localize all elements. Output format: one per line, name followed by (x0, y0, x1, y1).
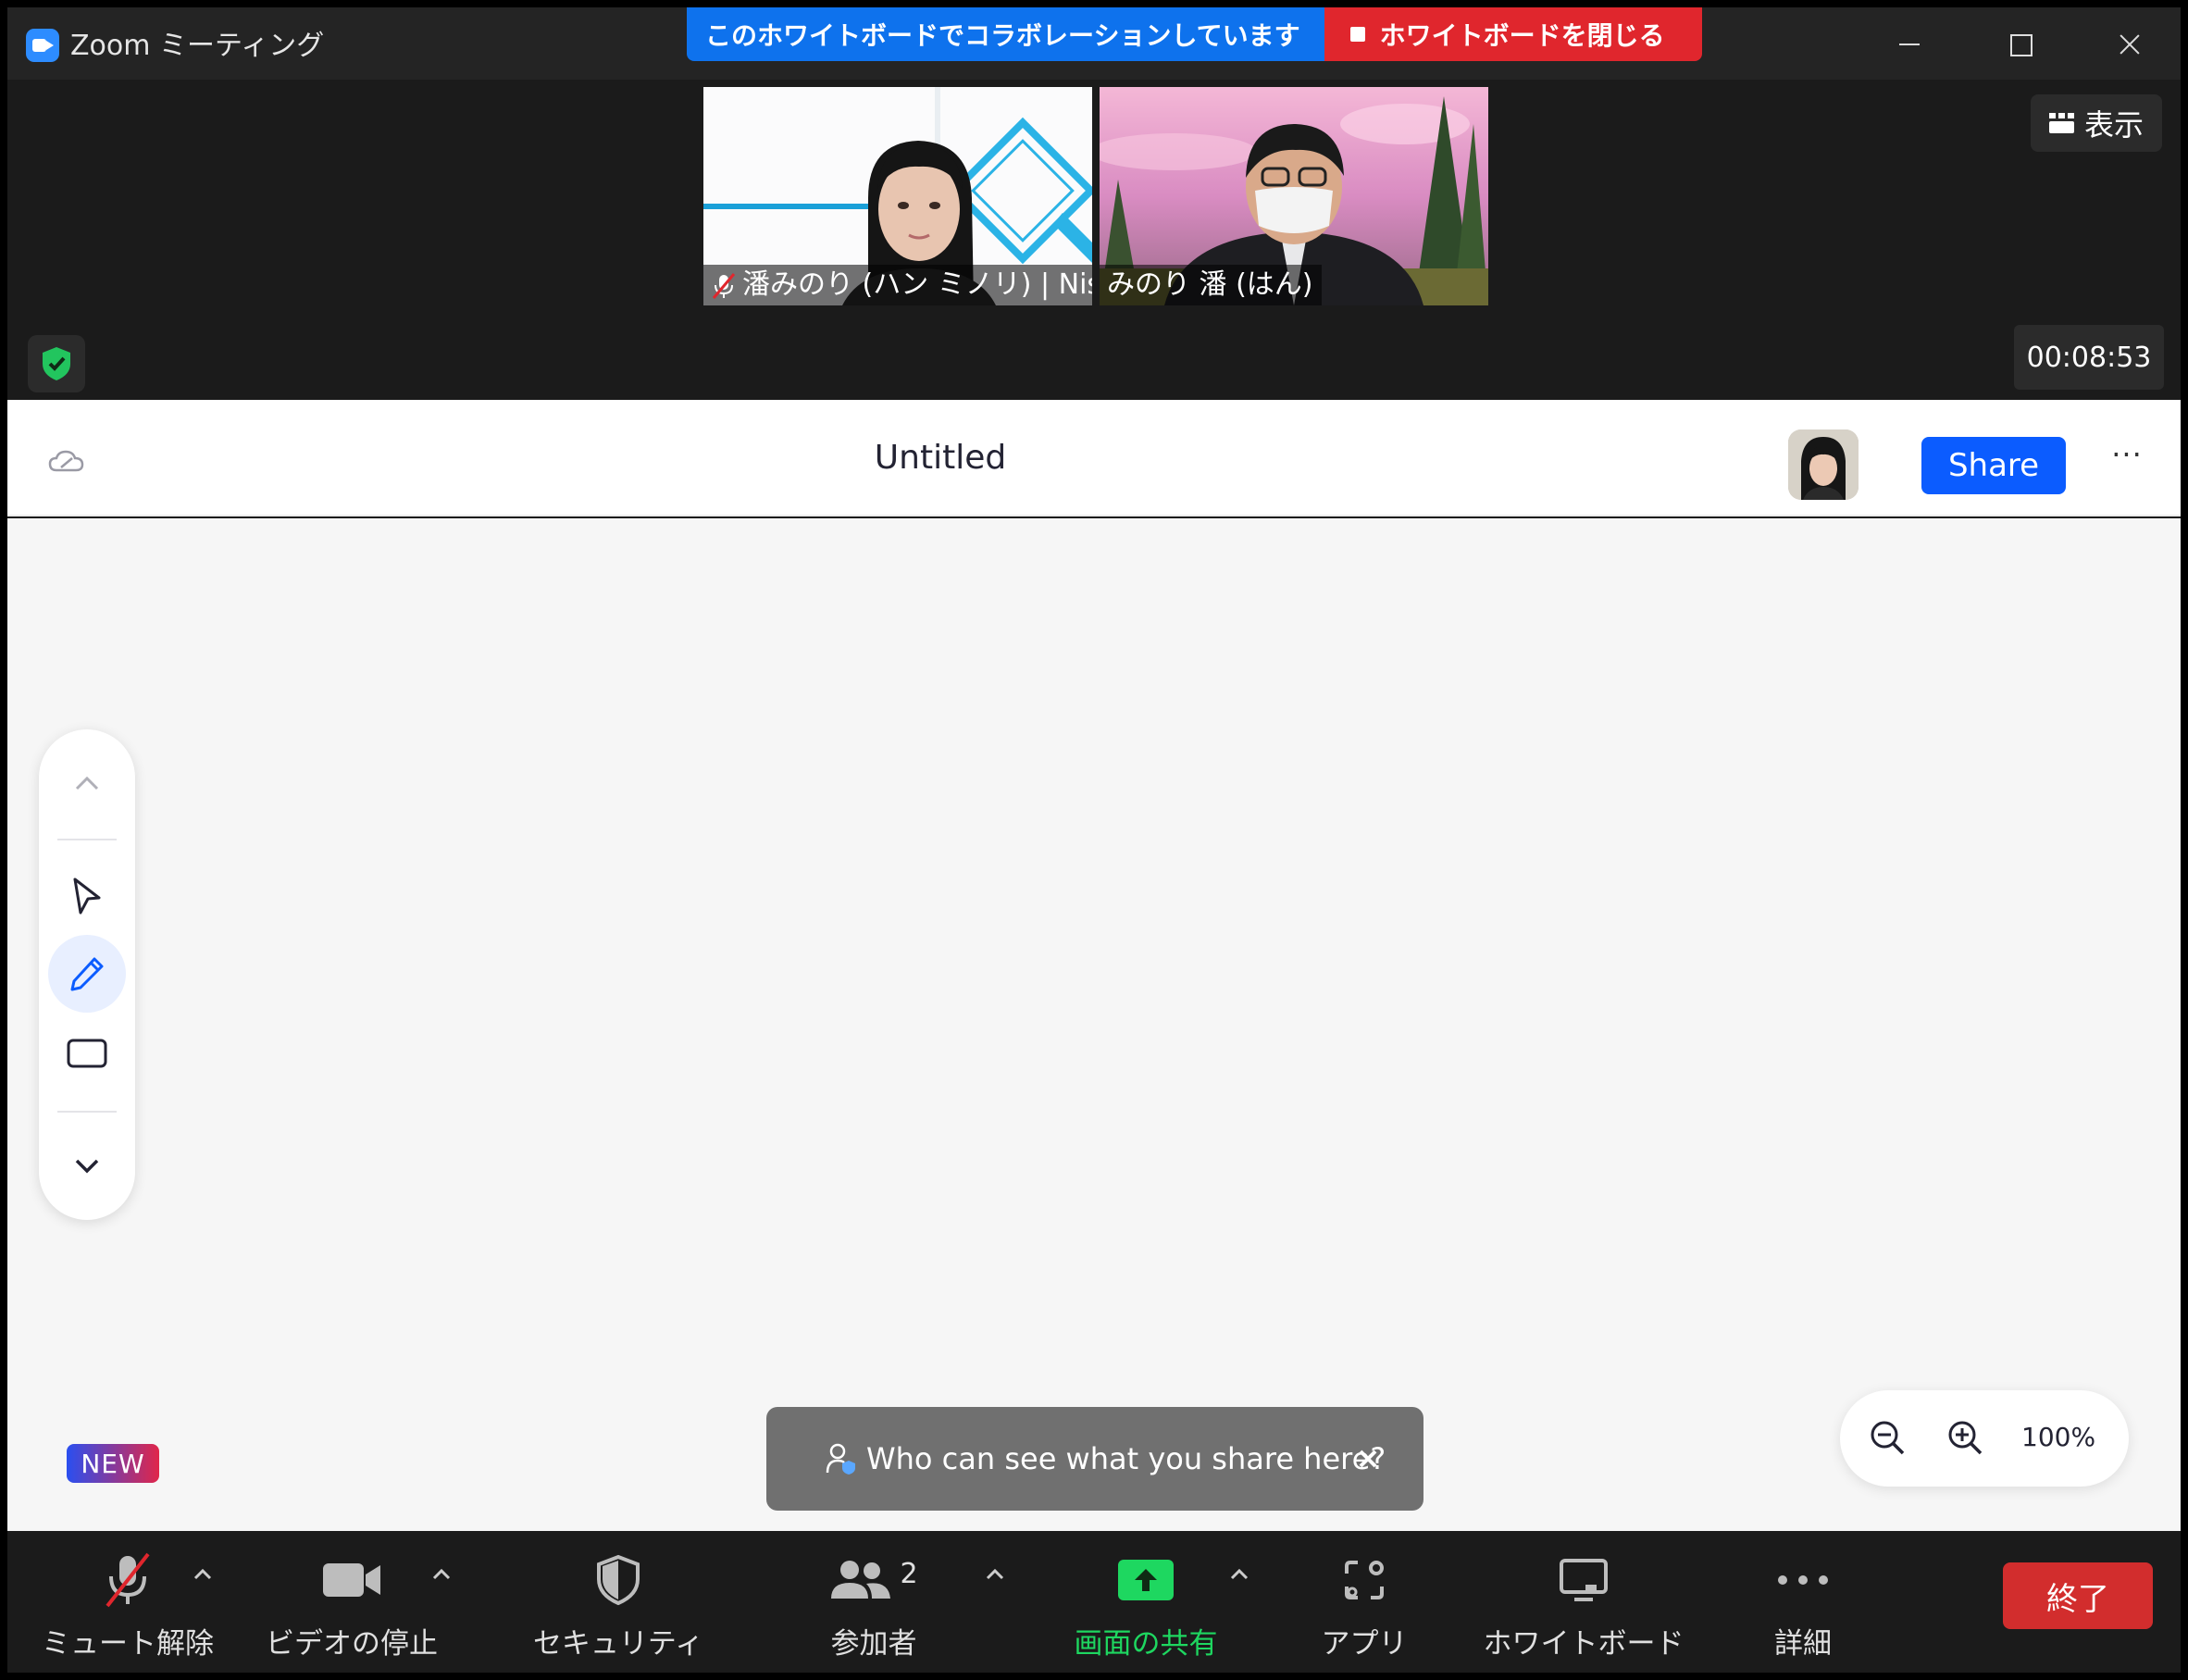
select-tool-button[interactable] (48, 857, 126, 935)
zoom-controls: 100% (1840, 1390, 2129, 1487)
participants-button[interactable]: 2 参加者 (800, 1544, 948, 1664)
whiteboard-header: Untitled Share ··· (7, 400, 2181, 516)
meeting-controls-bar: ミュート解除 ビデオの停止 セキュリティ 2 参加者 画面の共有 アプリ ホワイ… (7, 1533, 2181, 1673)
encryption-shield-button[interactable] (28, 335, 85, 392)
audio-options-caret-icon[interactable] (189, 1561, 217, 1588)
unmute-label: ミュート解除 (42, 1627, 214, 1661)
toolbar-scroll-down-button[interactable] (48, 1127, 126, 1205)
stop-video-button[interactable]: ビデオの停止 (259, 1544, 444, 1664)
avatar-image (1788, 429, 1859, 500)
close-whiteboard-button[interactable]: ホワイトボードを閉じる (1324, 7, 1702, 61)
title-bar: Zoom ミーティング このホワイトボードでコラボレーションしています ホワイト… (7, 7, 2181, 80)
zoom-level[interactable]: 100% (2021, 1422, 2095, 1452)
cursor-arrow-icon (73, 877, 101, 915)
more-options-button[interactable]: ··· (2108, 440, 2145, 478)
rectangle-icon (67, 1039, 107, 1068)
video-camera-icon (323, 1563, 380, 1597)
chevron-down-icon (75, 1159, 99, 1174)
new-feature-badge[interactable]: NEW (67, 1444, 159, 1483)
share-screen-button[interactable]: 画面の共有 (1063, 1544, 1229, 1664)
view-label: 表示 (2083, 107, 2144, 143)
grid-view-icon (2048, 113, 2074, 133)
meeting-timer: 00:08:53 (2014, 325, 2164, 390)
mic-muted-icon (712, 272, 736, 299)
toolbar-scroll-up-button[interactable] (48, 744, 126, 822)
maximize-button[interactable] (2001, 26, 2038, 63)
toast-message: Who can see what you share here? (866, 1441, 1386, 1476)
participant-2-name-label: みのり 潘 (はん) (1100, 265, 1323, 305)
close-icon[interactable] (1351, 1442, 1385, 1475)
chevron-up-icon (75, 776, 99, 790)
security-button[interactable]: セキュリティ (532, 1544, 704, 1664)
zoom-in-icon[interactable] (1946, 1418, 1984, 1457)
video-options-caret-icon[interactable] (428, 1561, 455, 1588)
more-label: 詳細 (1774, 1627, 1832, 1661)
unmute-button[interactable]: ミュート解除 (42, 1544, 214, 1664)
whiteboard-icon (1560, 1559, 1608, 1601)
minimize-button[interactable] (1890, 26, 1927, 63)
apps-icon (1345, 1561, 1384, 1599)
toolbar-divider (57, 1111, 117, 1113)
end-meeting-button[interactable]: 終了 (2003, 1562, 2153, 1629)
share-screen-label: 画面の共有 (1074, 1627, 1218, 1661)
security-label: セキュリティ (532, 1627, 704, 1661)
apps-button[interactable]: アプリ (1299, 1544, 1429, 1664)
view-button[interactable]: 表示 (2031, 94, 2162, 152)
mic-muted-icon (106, 1552, 150, 1608)
whiteboard-title[interactable]: Untitled (15, 439, 1866, 477)
whiteboard-canvas[interactable]: NEW Who can see what you share here? 100… (7, 518, 2181, 1531)
whiteboard-button[interactable]: ホワイトボード (1484, 1544, 1685, 1664)
whiteboard-label: ホワイトボード (1483, 1627, 1685, 1661)
collaboration-status-text: このホワイトボードでコラボレーションしています (687, 7, 1324, 61)
zoom-window: Zoom ミーティング このホワイトボードでコラボレーションしています ホワイト… (7, 7, 2181, 1673)
verified-shield-icon (43, 347, 70, 380)
rectangle-tool-button[interactable] (48, 1014, 126, 1092)
video-tile-participant-1[interactable]: 潘みのり (ハン ミノリ) | Nissho (703, 87, 1092, 305)
share-button[interactable]: Share (1921, 437, 2066, 494)
more-button[interactable]: 詳細 (1747, 1544, 1859, 1664)
pen-icon (70, 957, 104, 991)
pen-tool-button[interactable] (48, 935, 126, 1013)
apps-label: アプリ (1321, 1627, 1408, 1661)
whiteboard-toolbar (39, 729, 135, 1220)
avatar[interactable] (1788, 429, 1859, 500)
participants-icon (831, 1561, 891, 1599)
participants-count: 2 (900, 1557, 918, 1590)
participant-2-name: みのり 潘 (はん) (1107, 268, 1313, 301)
participants-options-caret-icon[interactable] (981, 1561, 1009, 1588)
close-whiteboard-label: ホワイトボードを閉じる (1379, 20, 1665, 51)
participants-label: 参加者 (830, 1627, 917, 1661)
stop-video-label: ビデオの停止 (266, 1627, 438, 1661)
zoom-logo-icon (26, 29, 59, 62)
collaboration-banner: このホワイトボードでコラボレーションしています ホワイトボードを閉じる (687, 7, 1702, 61)
participant-1-name: 潘みのり (ハン ミノリ) | Nissho (742, 268, 1092, 301)
window-title: Zoom ミーティング (70, 30, 325, 62)
share-screen-icon (1118, 1560, 1174, 1600)
zoom-out-icon[interactable] (1868, 1418, 1907, 1457)
video-tile-participant-2[interactable]: みのり 潘 (はん) (1100, 87, 1488, 305)
user-shield-icon (826, 1443, 855, 1475)
share-visibility-toast[interactable]: Who can see what you share here? (766, 1407, 1423, 1511)
stop-icon (1349, 27, 1365, 42)
security-shield-icon (597, 1554, 640, 1606)
more-dots-icon (1778, 1575, 1828, 1585)
toolbar-divider (57, 839, 117, 840)
share-options-caret-icon[interactable] (1225, 1561, 1253, 1588)
close-window-button[interactable] (2112, 26, 2149, 63)
participant-1-name-label: 潘みのり (ハン ミノリ) | Nissho (703, 265, 1092, 305)
